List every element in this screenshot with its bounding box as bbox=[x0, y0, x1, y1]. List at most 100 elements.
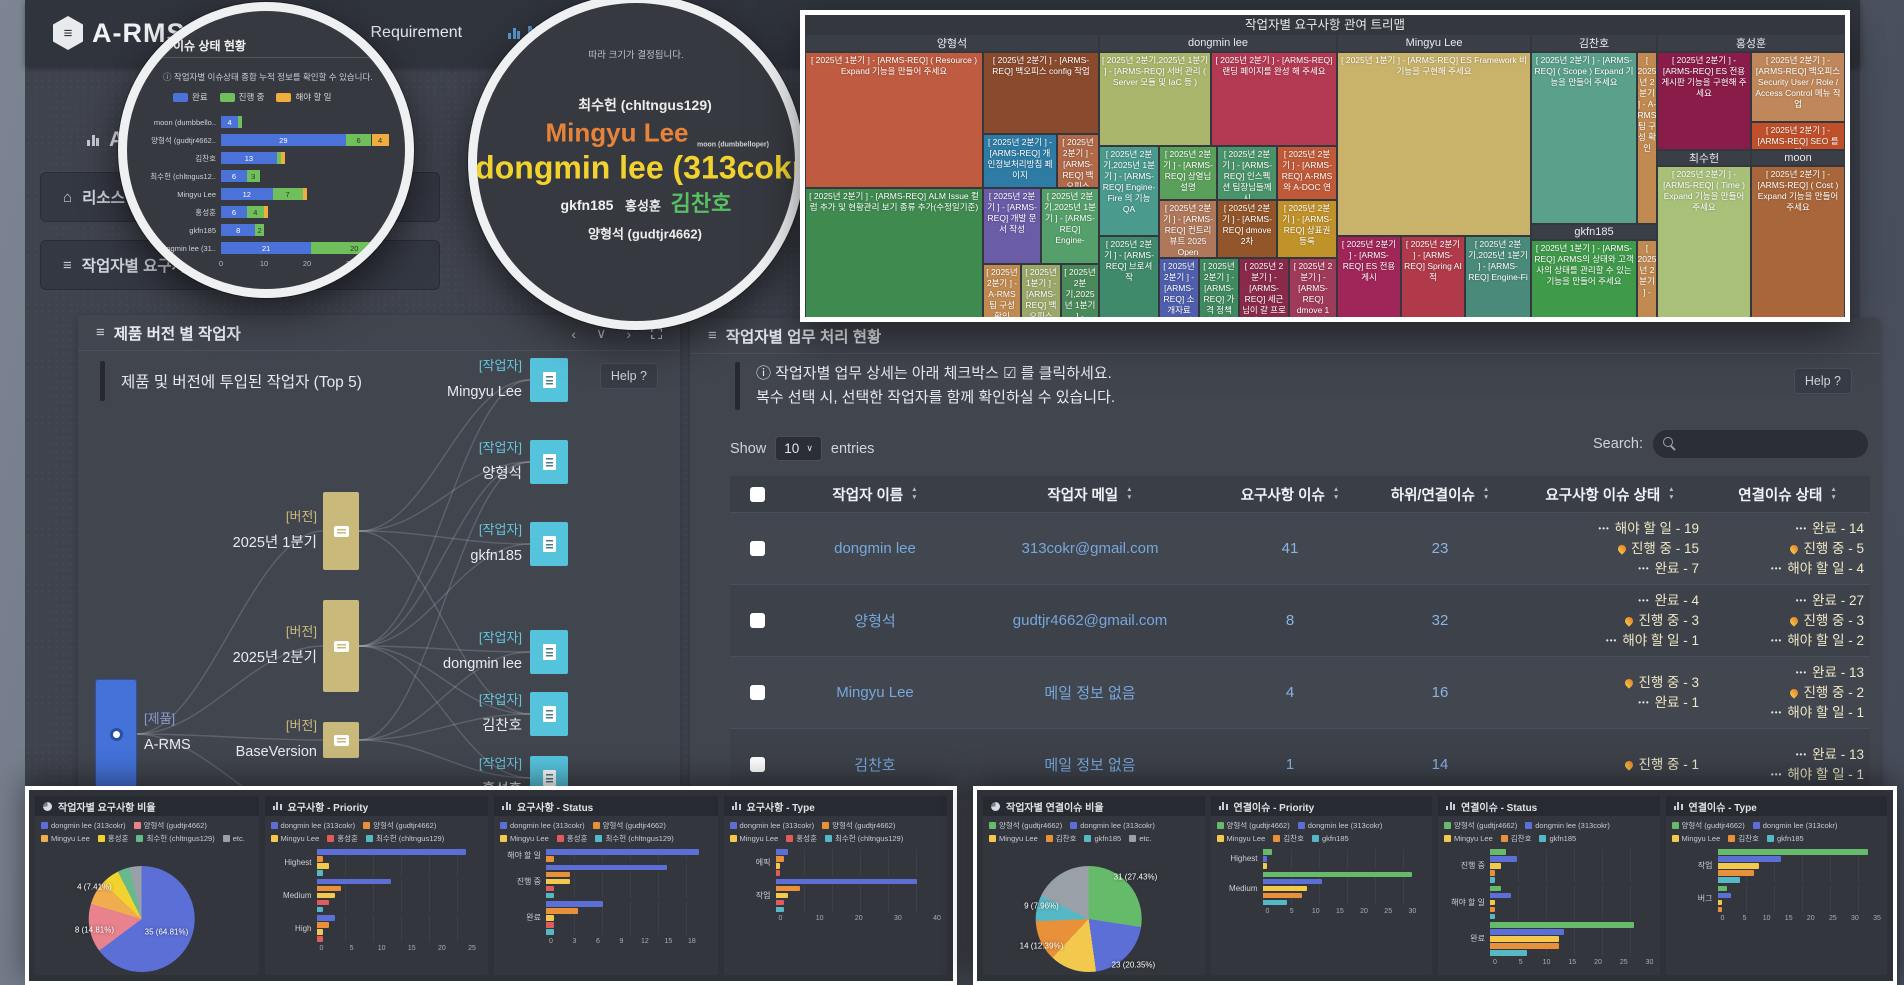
req-issue-count-cell: 4 bbox=[1215, 684, 1365, 701]
treemap-cell[interactable]: [ 2025년 2분기 ] - [ARMS-REQ] dmove 1 차 컨퍼런… bbox=[1290, 259, 1336, 317]
row-checkbox[interactable] bbox=[750, 541, 765, 556]
treemap-cell[interactable]: [ 2025년 2분기,2025년 1분기 ] - [ARMS-REQ] 데이 bbox=[1062, 265, 1098, 317]
status-cell: •••완료 - 4진행 중 - 3•••해야 할 일 - 1 bbox=[1515, 592, 1705, 649]
treemap-cell[interactable]: [ 2025년 2분기 ] - A-RMS 팀 구성 확인 bbox=[1638, 53, 1656, 223]
x-tick: 15 bbox=[664, 938, 672, 945]
col-sub-linked-issues[interactable]: 하위/연결이슈▲▼ bbox=[1365, 484, 1515, 505]
treemap-cell[interactable]: [ 2025년 2분기,2025년 1분기 ] - [ARMS-REQ] Eng… bbox=[1042, 189, 1098, 263]
row-checkbox[interactable] bbox=[750, 685, 765, 700]
hbar-bar bbox=[1490, 870, 1495, 876]
treemap-cell[interactable]: [ 2025년 2분기,2025년 1분기 ] - [ARMS-REQ] Eng… bbox=[1100, 147, 1158, 235]
table-body: dongmin lee313cokr@gmail.com4123•••해야 할 … bbox=[730, 512, 1870, 800]
col-worker-name[interactable]: 작업자 이름▲▼ bbox=[785, 484, 965, 505]
treemap-cell[interactable]: [ 2025년 2분기 ] - [ARMS-REQ] A-RMS 와 A-DOC… bbox=[1278, 147, 1336, 199]
help-button[interactable]: Help ? bbox=[1794, 368, 1852, 394]
worker-node[interactable] bbox=[530, 630, 568, 674]
col-linked-issue-status[interactable]: 연결이슈 상태▲▼ bbox=[1705, 484, 1870, 505]
treemap-cell[interactable]: [ 2025년 2분기 ] - [ARMS-REQ] ( Cost ) Expa… bbox=[1752, 167, 1844, 317]
wordcloud-word[interactable]: 김찬호 bbox=[671, 186, 732, 218]
treemap-cell[interactable]: [ 2025년 2분기 ] - [ARMS-REQ] 컨트리뷰트 2025 Op… bbox=[1160, 201, 1216, 257]
worker-name-cell[interactable]: 김찬호 bbox=[785, 754, 965, 775]
hbar-bar bbox=[776, 856, 784, 862]
col-req-issue-status[interactable]: 요구사항 이슈 상태▲▼ bbox=[1515, 484, 1705, 505]
treemap-cell[interactable]: [ 2025년 2분기 ] - [ARMS-REQ] 백오피스 config 작… bbox=[984, 53, 1098, 133]
nav-requirement[interactable]: Requirement bbox=[371, 24, 463, 42]
worker-name-cell[interactable]: dongmin lee bbox=[785, 540, 965, 557]
treemap-cell[interactable]: [ 2025년 1분기 ] - [ARMS-REQ] ARMS의 상태와 고객사… bbox=[1532, 241, 1636, 317]
worker-name-cell[interactable]: Mingyu Lee bbox=[785, 684, 965, 701]
version-name: 2025년 1분기 bbox=[233, 530, 317, 556]
wordcloud-word[interactable]: moon (dumbbelloper) bbox=[697, 142, 769, 149]
x-tick: 5 bbox=[1743, 915, 1747, 922]
legend-label: 양형석 (gudtjr4662) bbox=[373, 820, 436, 831]
col-worker-email[interactable]: 작업자 메일▲▼ bbox=[965, 484, 1215, 505]
worker-node[interactable] bbox=[530, 692, 568, 736]
status-text: 해야 할 일 - 1 bbox=[1787, 766, 1864, 783]
row-checkbox[interactable] bbox=[750, 757, 765, 772]
col-req-issues[interactable]: 요구사항 이슈▲▼ bbox=[1215, 484, 1365, 505]
treemap-cell[interactable]: [ 2025년 2분기 ] - A-RMS 팀 구성 확인 bbox=[984, 265, 1020, 317]
treemap-cell[interactable]: [ 2025년 2분기,2025년 1분기 ] - [ARMS-REQ] 서버 … bbox=[1100, 53, 1210, 145]
worker-doc-icon bbox=[543, 706, 556, 722]
treemap-cell[interactable]: [ 2025년 1분기 ] - [ARMS-REQ] ES Framework … bbox=[1338, 53, 1530, 235]
wordcloud-word[interactable]: Mingyu Lee bbox=[545, 118, 688, 149]
treemap-cell[interactable]: [ 2025년 2분기 ] - [ARMS-REQ] SEO 를 랜 bbox=[1752, 123, 1844, 149]
bar-segment: 2 bbox=[255, 224, 264, 236]
x-tick: 9 bbox=[619, 938, 623, 945]
version-node[interactable] bbox=[323, 492, 359, 570]
worker-node[interactable] bbox=[530, 440, 568, 484]
bar-segment bbox=[303, 188, 307, 200]
treemap-cell[interactable]: [ 2025년 1분기 ] - [ARMS-REQ] 백오피스 Security bbox=[1022, 265, 1060, 317]
search-input[interactable] bbox=[1677, 437, 1847, 452]
worker-node[interactable] bbox=[530, 522, 568, 566]
treemap-cell[interactable]: [ 2025년 2분기 ] - [ARMS-REQ] 상열님 설명 bbox=[1160, 147, 1216, 199]
product-node[interactable] bbox=[96, 680, 136, 788]
wordcloud-word[interactable]: 양형석 (gudtjr4662) bbox=[588, 224, 702, 243]
worker-name-cell[interactable]: 양형석 bbox=[785, 610, 965, 631]
select-all-checkbox[interactable] bbox=[750, 487, 765, 502]
version-node[interactable] bbox=[323, 722, 359, 758]
wordcloud-word[interactable]: dongmin lee (313cokr) bbox=[475, 150, 804, 187]
treemap-cell[interactable]: [ 2025년 2분기 ] - [ARMS-REQ] 브로셔 작 bbox=[1100, 237, 1158, 317]
version-node[interactable] bbox=[323, 600, 359, 692]
treemap-cell[interactable]: [ 2025년 2분기 ] - [ARMS-REQ] 가격 정책 업데이트 bbox=[1200, 259, 1238, 317]
treemap-cell[interactable]: [ 2025년 2분기 ] - [ARMS-REQ] 개발 문서 작성 bbox=[984, 189, 1040, 263]
legend-swatch bbox=[1672, 822, 1679, 829]
chart-card-header: 작업자별 연결이슈 비율 bbox=[983, 796, 1205, 816]
hbar-x-axis: 051015202530 bbox=[1268, 908, 1423, 918]
treemap-cell[interactable]: [ 2025년 2분기 ] - [ARMS-REQ] ES 전용 게시 bbox=[1338, 237, 1400, 317]
x-tick: 10 bbox=[1763, 915, 1771, 922]
legend-swatch bbox=[500, 835, 507, 842]
wordcloud-word[interactable]: 홍성훈 bbox=[625, 196, 661, 215]
treemap-cell[interactable]: [ 2025년 2분기 ] - [ARMS-REQ] 상표권 등록 bbox=[1278, 201, 1336, 257]
x-tick: 5 bbox=[1290, 908, 1294, 915]
treemap-cell[interactable]: [ 2025년 2분기 ] - [ARMS-REQ] Spring AI 적 bbox=[1402, 237, 1464, 317]
treemap-cell[interactable]: [ 2025년 1분기 ] - [ARMS-REQ] ( Resource ) … bbox=[806, 53, 982, 187]
treemap-cell[interactable]: [ 2025년 2분기 ] - [ARMS-REQ] 세근님이 갈 프로젝트뷰 … bbox=[1240, 259, 1288, 317]
treemap-cell[interactable]: [ 2025년 2분기 ] - [ARMS-REQ] ALM Issue 컬럼 … bbox=[806, 189, 982, 317]
row-checkbox[interactable] bbox=[750, 613, 765, 628]
treemap-cell[interactable]: [ 2025년 2분기 ] - [ARMS-REQ] ES 전용 게시판 기능을… bbox=[1658, 53, 1750, 149]
treemap-cell[interactable]: [ 2025년 2분기 ] - [ARMS-REQ] 인스펙션 팀장님들께 시 bbox=[1218, 147, 1276, 199]
product-icon bbox=[110, 728, 123, 741]
hbar-group: Medium bbox=[269, 879, 479, 913]
treemap-cell[interactable]: [ 2025년 2분기 ] - [ARMS-REQ] ( Time ) Expa… bbox=[1658, 167, 1750, 317]
treemap-cell[interactable]: [ 2025년 2분기 ] - [ARMS-REQ] dmove 2차 bbox=[1218, 201, 1276, 257]
treemap-cell[interactable]: [ 2025년 2분기 ] - [ARMS-REQ] 개인정보처리방침 페이지 bbox=[984, 135, 1056, 187]
treemap-cell[interactable]: [ 2025년 2분기 ] - [ARMS-REQ] 랜딩 페이지를 완성 해 … bbox=[1212, 53, 1336, 145]
status-dots-icon: ••• bbox=[1796, 592, 1807, 609]
treemap-cell[interactable]: [ 2025년 2분기 ] - [ARMS-REQ] 소개자료 PPT 업데 bbox=[1160, 259, 1198, 317]
treemap-cell[interactable]: [ 2025년 2분기 ] - [ARMS-REQ] 백오피스 Security… bbox=[1752, 53, 1844, 121]
page-size-select[interactable]: 10 ∨ bbox=[775, 436, 822, 461]
treemap-cell[interactable]: [ 2025년 2분기 ] - [ARMS-REQ] ( Scope ) Exp… bbox=[1532, 53, 1636, 223]
treemap-cell[interactable]: [ 2025 년 2분기 ] - bbox=[1638, 241, 1656, 317]
worker-node[interactable] bbox=[530, 358, 568, 402]
legend-swatch bbox=[1525, 822, 1532, 829]
magnifier-issue-status-chart: 이슈 상태 현황 ⓘ 작업자별 이슈상태 종합 누적 정보를 확인할 수 있습니… bbox=[118, 2, 414, 298]
wordcloud-word[interactable]: gkfn185 bbox=[561, 197, 614, 213]
legend-swatch bbox=[825, 835, 832, 842]
legend-label: 양형석 (gudtjr4662) bbox=[144, 820, 207, 831]
treemap-cell[interactable]: [ 2025년 2분기,2025년 1분기 ] - [ARMS-REQ] Eng… bbox=[1466, 237, 1530, 317]
treemap-cell[interactable]: [ 2025년 2분기 ] - [ARMS-REQ] 백오피스 System 작 bbox=[1058, 135, 1098, 187]
wordcloud-word[interactable]: 최수헌 (chltngus129) bbox=[578, 95, 712, 115]
